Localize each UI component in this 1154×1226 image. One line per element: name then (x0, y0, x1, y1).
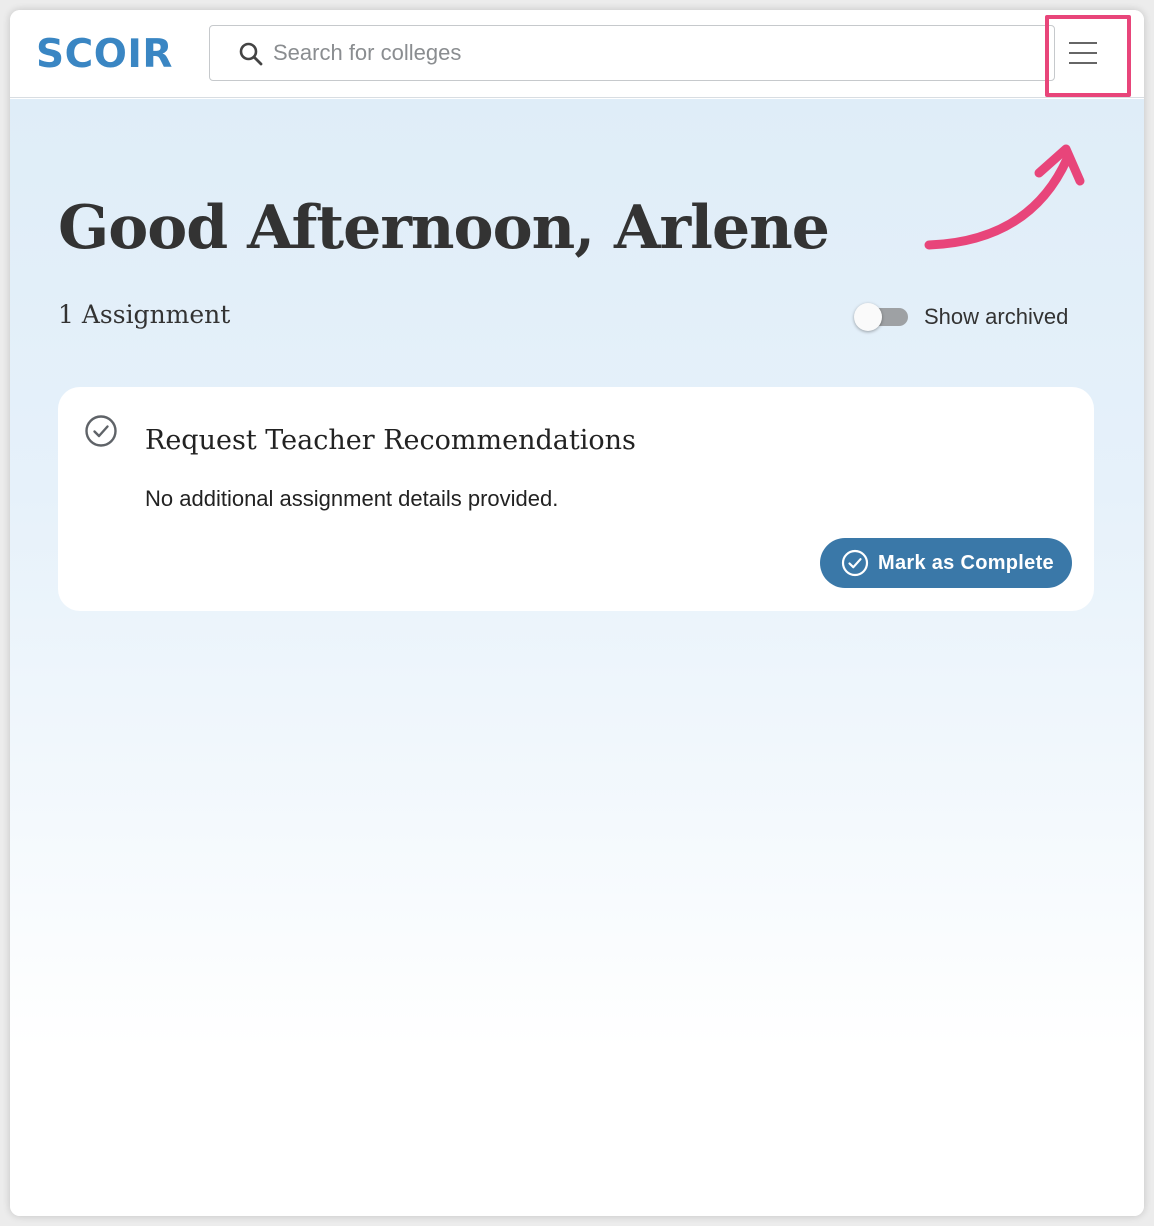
check-circle-icon[interactable] (84, 414, 118, 448)
scoir-logo-mark: SCOIR (36, 32, 173, 77)
app-window: SCOIR Good Afternoon, Arlene 1 Assignme (10, 10, 1144, 1216)
scoir-logo[interactable]: SCOIR (36, 32, 178, 77)
assignment-count: 1 Assignment (58, 300, 231, 329)
dashboard-content: Good Afternoon, Arlene 1 Assignment Show… (10, 99, 1144, 1216)
assignment-card: Request Teacher Recommendations No addit… (58, 387, 1094, 611)
hamburger-menu-button[interactable] (1055, 25, 1111, 81)
show-archived-label: Show archived (924, 304, 1069, 329)
logo-letters: SCOIR (36, 34, 173, 74)
hamburger-menu-icon (1069, 42, 1097, 64)
greeting-name: Arlene (614, 193, 830, 263)
assignment-description: No additional assignment details provide… (145, 486, 559, 511)
mark-complete-label: Mark as Complete (878, 552, 1054, 574)
search-icon (239, 42, 263, 66)
greeting-prefix: Good Afternoon, (58, 193, 614, 263)
search-input[interactable] (273, 26, 1033, 80)
check-circle-icon (841, 549, 869, 577)
show-archived-toggle[interactable] (854, 303, 908, 331)
toggle-knob (854, 303, 882, 331)
top-navbar: SCOIR (10, 10, 1144, 98)
search-bar[interactable] (209, 25, 1055, 81)
assignment-title[interactable]: Request Teacher Recommendations (145, 421, 636, 461)
mark-complete-button[interactable]: Mark as Complete (820, 538, 1072, 588)
curved-arrow-icon (924, 144, 1085, 250)
show-archived-control: Show archived (854, 303, 1068, 331)
greeting-heading: Good Afternoon, Arlene (58, 191, 830, 265)
